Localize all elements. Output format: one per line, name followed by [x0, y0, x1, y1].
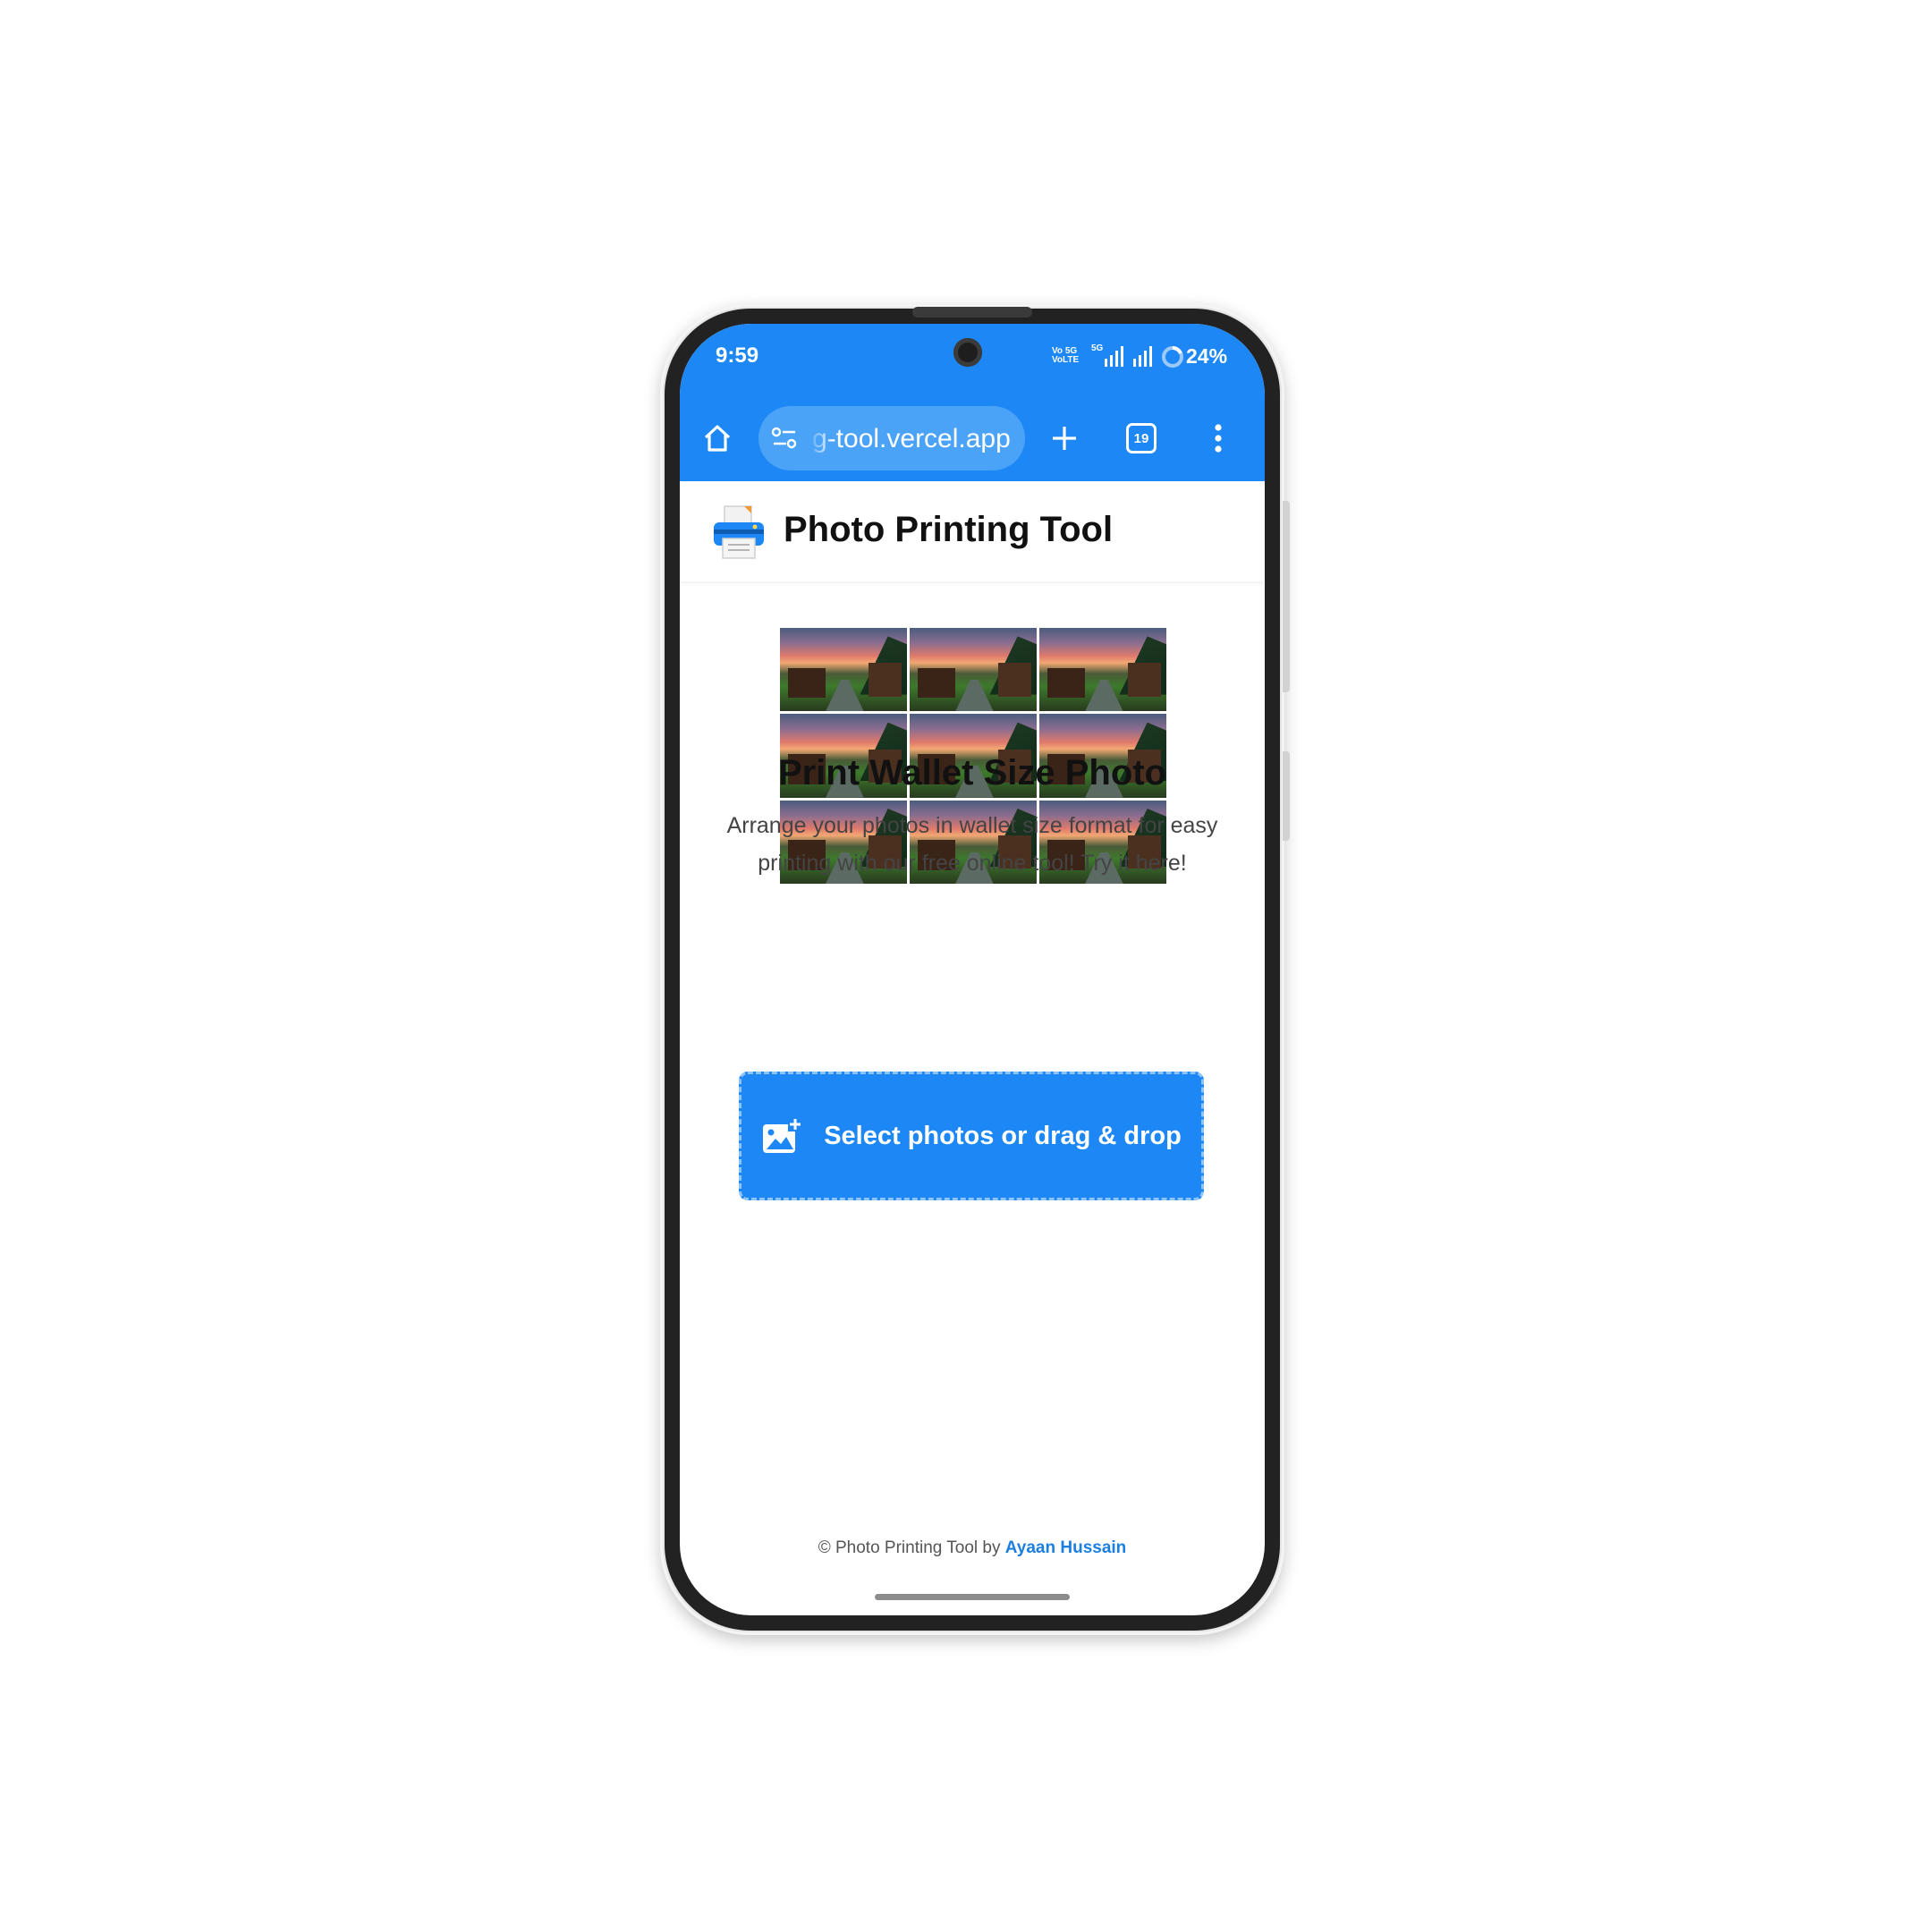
- add-photo-icon: [763, 1117, 803, 1153]
- site-header: Photo Printing Tool: [680, 481, 1265, 581]
- signal-icon-1: [1105, 346, 1123, 367]
- earpiece: [912, 307, 1032, 318]
- battery-icon: [1162, 346, 1183, 368]
- select-photos-label: Select photos or drag & drop: [824, 1121, 1182, 1150]
- sample-photo: [780, 628, 907, 712]
- battery-percent: 24%: [1186, 344, 1228, 368]
- sample-photo: [910, 628, 1037, 712]
- phone-screen: 9:59 Vo 5G VoLTE 5G 24% g-tool.vercel.ap…: [680, 324, 1265, 1615]
- menu-button[interactable]: [1200, 420, 1236, 456]
- tab-switcher-button[interactable]: 19: [1122, 420, 1161, 456]
- footer: © Photo Printing Tool by Ayaan Hussain: [680, 1538, 1265, 1558]
- gesture-home-indicator[interactable]: [875, 1594, 1070, 1600]
- sample-photo: [1039, 628, 1166, 712]
- home-button[interactable]: [698, 420, 737, 456]
- select-photos-button[interactable]: Select photos or drag & drop: [739, 1072, 1204, 1200]
- address-bar[interactable]: g-tool.vercel.app: [758, 406, 1025, 470]
- printer-icon: [714, 505, 764, 559]
- status-time: 9:59: [716, 343, 759, 368]
- more-vert-icon: [1215, 424, 1222, 453]
- page-description: Arrange your photos in wallet size forma…: [726, 813, 1218, 876]
- site-settings-icon[interactable]: [771, 426, 798, 451]
- home-icon: [704, 425, 731, 452]
- plus-icon: [1053, 427, 1076, 450]
- tab-count-icon: 19: [1126, 423, 1157, 453]
- site-title: Photo Printing Tool: [784, 510, 1114, 549]
- page-heading: Print Wallet Size Photo: [777, 753, 1167, 792]
- footer-prefix: © Photo Printing Tool by: [818, 1538, 1001, 1557]
- new-tab-button[interactable]: [1045, 420, 1084, 456]
- network-type-label: 5G: [1091, 343, 1104, 353]
- front-camera: [953, 338, 982, 367]
- volte-indicator: Vo 5G VoLTE: [1052, 347, 1079, 365]
- url-text: g-tool.vercel.app: [812, 424, 1011, 453]
- browser-toolbar: g-tool.vercel.app 19: [680, 395, 1265, 481]
- volume-button: [1283, 751, 1290, 841]
- tab-count: 19: [1133, 430, 1149, 446]
- author-link[interactable]: Ayaan Hussain: [1005, 1538, 1127, 1557]
- signal-icon-2: [1133, 346, 1152, 367]
- url-fade: [809, 419, 834, 458]
- power-button: [1283, 501, 1290, 692]
- volte-bottom-text: VoLTE: [1052, 355, 1080, 365]
